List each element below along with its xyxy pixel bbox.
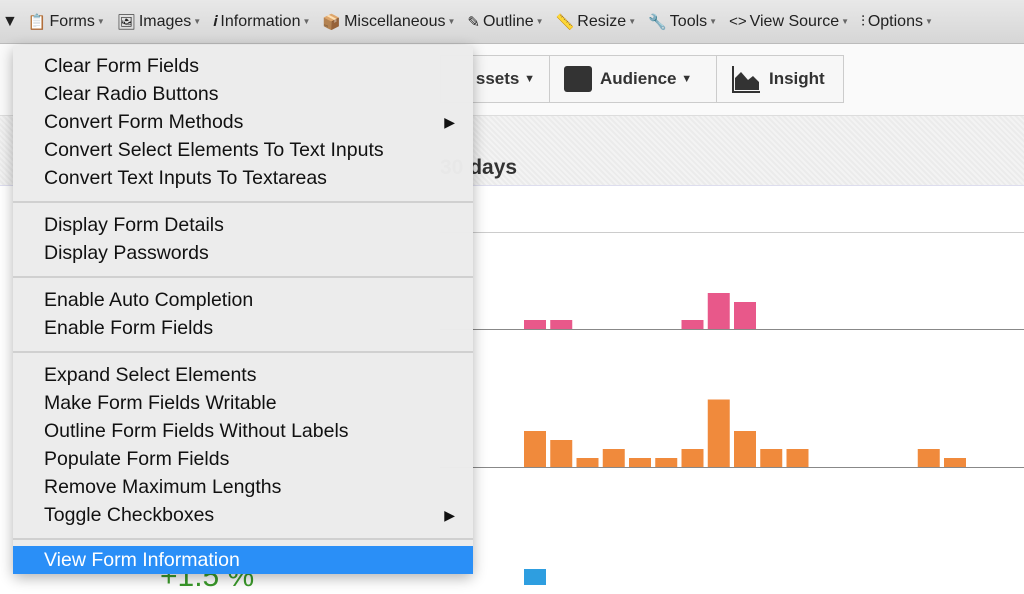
box-icon: 📦 — [322, 13, 342, 31]
menu-item-label: Outline Form Fields Without Labels — [44, 420, 349, 442]
caret-icon: ▼ — [535, 17, 544, 26]
toolbar-label: Outline — [482, 12, 534, 30]
menu-item-label: Populate Form Fields — [44, 448, 230, 470]
menu-item-label: Remove Maximum Lengths — [44, 476, 282, 498]
menu-item-label: View Form Information — [44, 549, 240, 571]
toolbar-menu-forms[interactable]: 📋 Forms ▼ — [28, 13, 105, 31]
toolbar-menu-miscellaneous[interactable]: 📦 Miscellaneous ▼ — [322, 13, 455, 31]
caret-icon: ▼ — [302, 17, 311, 26]
menu-item-view-form-information[interactable]: View Form Information — [13, 546, 473, 574]
toolbar-label: Options — [867, 12, 923, 30]
menu-item-label: Convert Text Inputs To Textareas — [44, 167, 327, 189]
forms-menu: Clear Form Fields Clear Radio Buttons Conv… — [13, 45, 473, 574]
audience-label: Audience — [600, 69, 677, 88]
info-icon: 𝒊 — [213, 13, 218, 30]
area-chart-icon — [732, 66, 760, 93]
menu-item[interactable]: Clear Form Fields — [13, 52, 473, 80]
divider — [440, 232, 1024, 233]
menu-separator — [13, 201, 473, 203]
menu-item-label: Clear Form Fields — [44, 55, 199, 77]
submenu-arrow-icon: ▶ — [444, 507, 455, 523]
caret-icon: ▼ — [841, 17, 850, 26]
ruler-icon: 📏 — [555, 13, 575, 31]
menu-item[interactable]: Enable Form Fields — [13, 314, 473, 342]
menu-item-label: Convert Form Methods — [44, 111, 244, 133]
toolbar-menu-resize[interactable]: 📏 Resize ▼ — [556, 13, 637, 31]
menu-item-label: Display Form Details — [44, 214, 224, 236]
toolbar-label: Images — [138, 12, 192, 30]
sliders-icon: ⫶ — [861, 13, 865, 30]
menu-item-label: Expand Select Elements — [44, 364, 257, 386]
menu-item[interactable]: Populate Form Fields — [13, 445, 473, 473]
menu-item[interactable]: Convert Select Elements To Text Inputs — [13, 136, 473, 164]
caret-icon: ▼ — [709, 17, 718, 26]
menu-item-label: Convert Select Elements To Text Inputs — [44, 139, 384, 161]
audience-button[interactable]: Audience ▼ — [549, 55, 717, 103]
insight-label: Insight — [769, 69, 825, 88]
caret-icon: ▼ — [447, 17, 456, 26]
menu-item[interactable]: Display Passwords — [13, 239, 473, 267]
toolbar-label: Information — [220, 12, 301, 30]
menu-item-label: Toggle Checkboxes — [44, 504, 215, 526]
toolbar-label: Tools — [669, 12, 708, 30]
menu-item[interactable]: Convert Form Methods ▶ — [13, 108, 473, 136]
caret-icon: ▼ — [96, 17, 105, 26]
menu-item[interactable]: Remove Maximum Lengths — [13, 473, 473, 501]
menu-separator — [13, 351, 473, 353]
menu-item[interactable]: Clear Radio Buttons — [13, 80, 473, 108]
clipboard-icon: 📋 — [27, 13, 47, 31]
toolbar-label: View Source — [749, 12, 840, 30]
menu-item-label: Enable Form Fields — [44, 317, 214, 339]
audience-icon — [564, 66, 592, 92]
assets-label: ssets — [475, 69, 520, 88]
menu-item-label: Make Form Fields Writable — [44, 392, 277, 414]
submenu-arrow-icon: ▶ — [444, 114, 455, 130]
pencil-icon: ✎ — [467, 13, 480, 31]
menu-item-label: Enable Auto Completion — [44, 289, 254, 311]
menu-separator — [13, 276, 473, 278]
menu-item[interactable]: Expand Select Elements — [13, 361, 473, 389]
menu-item-label: Display Passwords — [44, 242, 209, 264]
insight-button[interactable]: Insight — [716, 55, 844, 103]
toolbar-label: Miscellaneous — [344, 12, 446, 30]
developer-toolbar: ▼ 📋 Forms ▼ 🖼 Images ▼ 𝒊 Information ▼ 📦 Miscellane… — [0, 0, 1024, 44]
image-icon: 🖼 — [116, 13, 136, 31]
wrench-icon: 🔧 — [648, 13, 667, 31]
caret-icon: ▼ — [193, 17, 202, 26]
menu-item[interactable]: Toggle Checkboxes ▶ — [13, 501, 473, 529]
menu-separator — [13, 538, 473, 540]
toolbar-label: Resize — [577, 12, 627, 30]
code-icon: <> — [729, 13, 747, 30]
menu-item[interactable]: Enable Auto Completion — [13, 286, 473, 314]
caret-icon: ▼ — [628, 17, 637, 26]
toolbar-menu-tools[interactable]: 🔧 Tools ▼ — [648, 13, 717, 31]
menu-item[interactable]: Display Form Details — [13, 211, 473, 239]
toolbar-menu-options[interactable]: ⫶ Options ▼ — [861, 13, 933, 31]
toolbar-menu-view-source[interactable]: <> View Source ▼ — [729, 13, 849, 31]
toolbar-menu-outline[interactable]: ✎ Outline ▼ — [467, 13, 543, 31]
menu-item-label: Clear Radio Buttons — [44, 83, 219, 105]
toolbar-menu-images[interactable]: 🖼 Images ▼ — [117, 13, 201, 31]
caret-icon: ▼ — [924, 17, 933, 26]
toolbar-label: Forms — [49, 12, 95, 30]
menu-item[interactable]: Outline Form Fields Without Labels — [13, 417, 473, 445]
menu-item[interactable]: Convert Text Inputs To Textareas — [13, 164, 473, 192]
toolbar-menu-information[interactable]: 𝒊 Information ▼ — [213, 13, 310, 31]
menu-item[interactable]: Make Form Fields Writable — [13, 389, 473, 417]
